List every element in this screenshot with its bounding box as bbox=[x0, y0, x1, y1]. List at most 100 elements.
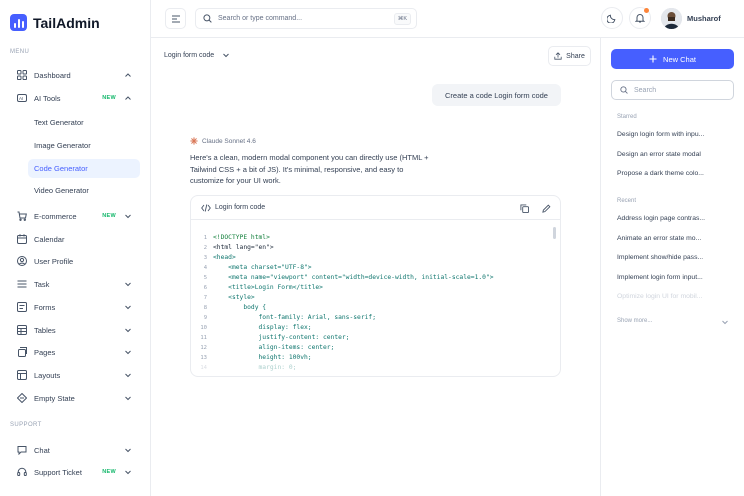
code-line: 14 margin: 0; bbox=[200, 364, 297, 371]
layout-icon bbox=[17, 370, 27, 380]
ai-icon: AI bbox=[17, 93, 27, 103]
code-content[interactable]: 1 <!DOCTYPE html> 2 <html lang="en"> 3 <hea… bbox=[191, 226, 560, 376]
new-chat-label: New Chat bbox=[663, 54, 696, 64]
new-chat-button[interactable]: New Chat bbox=[611, 49, 734, 69]
code-block-title: Login form code bbox=[215, 204, 266, 211]
sidebar-subitem-image-generator[interactable]: Image Generator bbox=[28, 136, 140, 155]
sidebar-item-forms[interactable]: Forms bbox=[10, 297, 140, 317]
new-badge: NEW bbox=[102, 95, 116, 101]
new-badge: NEW bbox=[102, 213, 116, 219]
code-line: 4 <meta charset="UTF-8"> bbox=[203, 264, 312, 271]
sidebar-item-support-ticket[interactable]: Support Ticket NEW bbox=[10, 462, 140, 482]
chat-title-dropdown[interactable]: Login form code bbox=[164, 51, 230, 59]
sidebar-item-ai-tools[interactable]: AI AI Tools NEW bbox=[10, 88, 140, 108]
user-name: Musharof bbox=[687, 14, 721, 23]
share-icon bbox=[554, 52, 562, 60]
recent-label: Recent bbox=[617, 198, 637, 204]
sidebar-item-label: Forms bbox=[34, 302, 56, 312]
moon-icon bbox=[607, 14, 616, 23]
edit-code-button[interactable] bbox=[538, 200, 554, 216]
sidebar-subitem-text-generator[interactable]: Text Generator bbox=[28, 113, 140, 132]
sidebar-item-label: Dashboard bbox=[34, 70, 71, 80]
sidebar-item-tables[interactable]: Tables bbox=[10, 320, 140, 340]
code-icon bbox=[201, 203, 211, 212]
sidebar-item-label: Empty State bbox=[34, 393, 75, 403]
sidebar-item-calendar[interactable]: Calendar bbox=[10, 229, 140, 249]
support-section-label: SUPPORT bbox=[10, 422, 42, 428]
sidebar-item-e-commerce[interactable]: E-commerce NEW bbox=[10, 206, 140, 226]
code-scrollbar[interactable] bbox=[553, 227, 556, 239]
sidebar-item-label: Support Ticket bbox=[34, 467, 82, 477]
logo-icon bbox=[10, 14, 27, 31]
history-item[interactable]: Animate an error state mo... bbox=[617, 235, 735, 242]
new-badge: NEW bbox=[102, 469, 116, 475]
chevron-down-icon bbox=[223, 53, 230, 58]
sidebar-item-label: Pages bbox=[34, 347, 56, 357]
history-item[interactable]: Implement login form input... bbox=[617, 274, 735, 281]
calendar-icon bbox=[17, 234, 27, 244]
sidebar-item-label: Calendar bbox=[34, 234, 65, 244]
code-line: 6 <title>Login Form</title> bbox=[203, 284, 323, 291]
headset-icon bbox=[17, 467, 27, 477]
sidebar-item-dashboard[interactable]: Dashboard bbox=[10, 65, 140, 85]
grid-icon bbox=[17, 70, 27, 80]
page-icon bbox=[17, 347, 27, 357]
search-icon bbox=[203, 14, 212, 23]
dark-mode-toggle-button[interactable] bbox=[601, 7, 623, 29]
chevron-up-icon bbox=[125, 96, 131, 100]
sidebar-item-label: E-commerce bbox=[34, 211, 77, 221]
history-item[interactable]: Design login form with inpu... bbox=[617, 131, 735, 138]
plus-icon bbox=[649, 55, 657, 63]
sidebar-item-task[interactable]: Task bbox=[10, 274, 140, 294]
task-icon bbox=[17, 279, 27, 289]
share-label: Share bbox=[566, 52, 585, 60]
bell-icon bbox=[635, 14, 645, 23]
history-item[interactable]: Address login page contras... bbox=[617, 215, 735, 222]
history-item[interactable]: Optimize login UI for mobil... bbox=[617, 293, 735, 300]
pencil-icon bbox=[541, 204, 550, 213]
sidebar-item-pages[interactable]: Pages bbox=[10, 342, 140, 362]
history-search-input[interactable]: Search bbox=[611, 80, 734, 100]
assistant-message: Here's a clean, modern modal component y… bbox=[190, 153, 429, 185]
app-name: TailAdmin bbox=[33, 14, 100, 31]
user-menu[interactable]: Musharof bbox=[661, 8, 721, 29]
sidebar-item-layouts[interactable]: Layouts bbox=[10, 365, 140, 385]
sidebar-subitem-code-generator[interactable]: Code Generator bbox=[28, 159, 140, 178]
sidebar-item-chat[interactable]: Chat bbox=[10, 440, 140, 460]
copy-code-button[interactable] bbox=[516, 200, 532, 216]
history-item[interactable]: Implement show/hide pass... bbox=[617, 254, 735, 261]
share-button[interactable]: Share bbox=[548, 46, 591, 66]
sidebar-item-label: Task bbox=[34, 279, 50, 289]
sidebar-subitem-video-generator[interactable]: Video Generator bbox=[28, 181, 140, 200]
menu-section-label: MENU bbox=[10, 49, 30, 55]
chevron-down-icon bbox=[125, 373, 131, 378]
user-message-bubble: Create a code Login form code bbox=[432, 84, 561, 106]
sidebar-item-label: AI Tools bbox=[34, 93, 61, 103]
show-more-button[interactable]: Show more... bbox=[617, 318, 729, 326]
chevron-down-icon bbox=[125, 282, 131, 287]
chat-icon bbox=[17, 445, 27, 455]
avatar bbox=[661, 8, 682, 29]
logo[interactable]: TailAdmin bbox=[10, 14, 100, 31]
sidebar-item-label: Layouts bbox=[34, 370, 61, 380]
chevron-down-icon bbox=[125, 350, 131, 355]
code-block: Login form code 1 <!DOCTYPE html> 2 <html … bbox=[190, 195, 561, 377]
table-icon bbox=[17, 325, 27, 335]
history-item[interactable]: Propose a dark theme colo... bbox=[617, 170, 735, 177]
sidebar-item-empty-state[interactable]: Empty State bbox=[10, 388, 140, 408]
chevron-down-icon bbox=[125, 448, 131, 453]
sidebar-toggle-button[interactable] bbox=[165, 8, 186, 29]
history-search-placeholder: Search bbox=[634, 86, 657, 94]
chevron-down-icon bbox=[125, 305, 131, 310]
chat-title: Login form code bbox=[164, 51, 215, 59]
sidebar-item-user-profile[interactable]: User Profile bbox=[10, 251, 140, 271]
search-input[interactable]: Search or type command... ⌘K bbox=[195, 8, 417, 29]
code-line: 5 <meta name="viewport" content="width=d… bbox=[203, 274, 494, 281]
history-item[interactable]: Design an error state modal bbox=[617, 151, 735, 158]
code-line: 12 align-items: center; bbox=[200, 344, 335, 351]
copy-icon bbox=[519, 203, 529, 213]
notifications-button[interactable] bbox=[629, 7, 651, 29]
code-line: 3 <head> bbox=[203, 254, 236, 261]
search-placeholder: Search or type command... bbox=[218, 15, 303, 22]
cart-icon bbox=[17, 211, 27, 221]
